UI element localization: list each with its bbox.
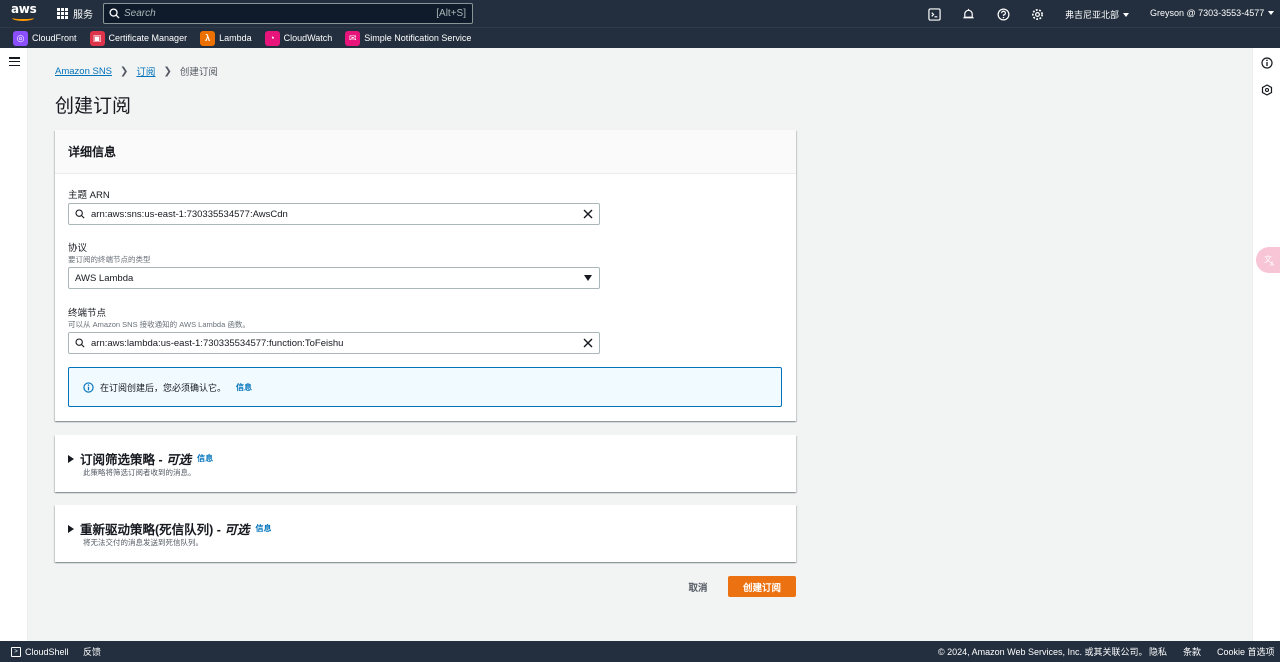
redrive-policy-description: 将无法交付的消息发送到死信队列。	[83, 538, 203, 547]
search-icon	[69, 338, 91, 348]
notifications-icon[interactable]	[960, 6, 976, 22]
account-label: Greyson @ 7303-3553-4577	[1150, 8, 1265, 18]
favorite-label: CloudFront	[32, 33, 77, 43]
cloudshell-label: CloudShell	[25, 646, 69, 657]
chevron-down-icon	[1123, 12, 1130, 17]
aws-logo-text: aws	[11, 2, 37, 16]
privacy-link[interactable]: 隐私	[1149, 645, 1167, 658]
favorite-label: Lambda	[219, 33, 252, 43]
expand-icon	[68, 524, 74, 533]
favorite-cloudwatch[interactable]: ◔ CloudWatch	[264, 30, 333, 46]
protocol-description: 要订阅的终端节点的类型	[68, 255, 151, 264]
details-heading: 详细信息	[55, 130, 796, 174]
create-subscription-button[interactable]: 创建订阅	[728, 576, 796, 597]
cloudshell-button[interactable]: > CloudShell	[11, 646, 69, 657]
search-icon	[104, 8, 124, 19]
right-rail	[1252, 48, 1280, 641]
favorite-label: CloudWatch	[283, 33, 333, 43]
clear-icon[interactable]	[577, 338, 599, 348]
topic-arn-label: 主题 ARN	[68, 190, 110, 201]
optional-label: 可选	[166, 453, 192, 467]
endpoint-label: 终端节点	[68, 308, 107, 319]
breadcrumb-sns-link[interactable]: Amazon SNS	[55, 66, 112, 77]
alert-info-link[interactable]: 信息	[236, 382, 252, 393]
svg-text:A: A	[1270, 261, 1275, 267]
copyright-text: © 2024, Amazon Web Services, Inc. 或其关联公司…	[938, 647, 1148, 657]
search-input[interactable]	[124, 8, 437, 19]
hexagon-icon[interactable]	[1261, 84, 1273, 96]
confirmation-alert: 在订阅创建后，您必须确认它。 信息	[68, 367, 782, 407]
aws-logo[interactable]: aws	[11, 3, 37, 23]
chevron-down-icon	[1268, 11, 1275, 15]
favorite-lambda[interactable]: λ Lambda	[200, 30, 252, 46]
redrive-policy-info-link[interactable]: 信息	[255, 523, 271, 534]
help-icon[interactable]	[995, 6, 1011, 22]
favorite-cloudfront[interactable]: ◎ CloudFront	[13, 30, 77, 46]
chevron-right-icon: ❯	[163, 65, 172, 77]
info-panel-icon[interactable]	[1261, 57, 1273, 69]
cloudfront-icon: ◎	[13, 30, 28, 46]
cloudwatch-icon: ◔	[264, 30, 280, 46]
certificate-manager-icon: ▣	[89, 30, 105, 46]
favorite-label: Certificate Manager	[108, 33, 188, 43]
endpoint-description: 可以从 Amazon SNS 接收通知的 AWS Lambda 函数。	[68, 320, 250, 329]
details-panel: 详细信息 主题 ARN arn:aws:sns:us-east-1:730335…	[55, 130, 796, 421]
top-navigation: aws 服务 [Alt+S] 弗吉尼亚北部 Greyson @ 7303-355…	[0, 0, 1280, 27]
translate-icon[interactable]: 文A	[1256, 247, 1280, 273]
search-box[interactable]: [Alt+S]	[103, 3, 473, 24]
breadcrumb-current: 创建订阅	[179, 67, 218, 78]
endpoint-field[interactable]: arn:aws:lambda:us-east-1:730335534577:fu…	[68, 332, 600, 354]
sns-icon: ✉	[345, 30, 361, 46]
feedback-link[interactable]: 反馈	[83, 645, 101, 658]
page-title: 创建订阅	[55, 96, 132, 117]
search-shortcut: [Alt+S]	[436, 8, 466, 19]
favorite-sns[interactable]: ✉ Simple Notification Service	[345, 30, 472, 46]
favorite-certificate-manager[interactable]: ▣ Certificate Manager	[89, 30, 188, 46]
lambda-icon: λ	[200, 30, 216, 46]
chevron-right-icon: ❯	[120, 65, 129, 77]
footer: > CloudShell 反馈 © 2024, Amazon Web Servi…	[0, 641, 1280, 662]
filter-policy-header[interactable]: 订阅筛选策略 - 可选 信息	[68, 449, 213, 468]
breadcrumb: Amazon SNS ❯ 订阅 ❯ 创建订阅	[55, 64, 218, 79]
topic-arn-value: arn:aws:sns:us-east-1:730335534577:AwsCd…	[91, 208, 288, 220]
settings-icon[interactable]	[1029, 6, 1045, 22]
search-icon	[69, 209, 91, 219]
aws-logo-smile	[12, 15, 34, 21]
filter-policy-info-link[interactable]: 信息	[197, 453, 213, 464]
favorite-label: Simple Notification Service	[364, 33, 472, 43]
left-rail	[0, 48, 28, 641]
region-selector[interactable]: 弗吉尼亚北部	[1065, 8, 1130, 21]
account-menu[interactable]: Greyson @ 7303-3553-4577	[1150, 8, 1275, 18]
services-menu-button[interactable]: 服务	[57, 6, 93, 21]
menu-icon[interactable]	[9, 57, 20, 66]
filter-policy-description: 此策略将筛选订阅者收到的消息。	[83, 468, 196, 477]
cloudshell-icon: >	[11, 646, 21, 657]
cookie-preferences-link[interactable]: Cookie 首选项	[1217, 645, 1275, 658]
breadcrumb-subscriptions-link[interactable]: 订阅	[136, 64, 155, 78]
redrive-policy-title: 重新驱动策略(死信队列) - 可选	[80, 523, 250, 537]
cloudshell-icon[interactable]	[926, 6, 942, 22]
endpoint-value: arn:aws:lambda:us-east-1:730335534577:fu…	[91, 337, 344, 349]
caret-down-icon	[584, 275, 592, 281]
favorites-bar: ◎ CloudFront ▣ Certificate Manager λ Lam…	[0, 27, 1280, 48]
topic-arn-field[interactable]: arn:aws:sns:us-east-1:730335534577:AwsCd…	[68, 203, 600, 225]
cancel-button[interactable]: 取消	[678, 576, 718, 597]
grid-icon	[57, 8, 68, 19]
redrive-policy-panel[interactable]: 重新驱动策略(死信队列) - 可选 信息 将无法交付的消息发送到死信队列。	[55, 505, 796, 562]
services-label: 服务	[73, 10, 93, 21]
protocol-select[interactable]: AWS Lambda	[68, 267, 600, 289]
info-icon	[83, 381, 94, 393]
optional-label: 可选	[224, 523, 250, 537]
redrive-policy-header[interactable]: 重新驱动策略(死信队列) - 可选 信息	[68, 519, 271, 538]
filter-policy-panel[interactable]: 订阅筛选策略 - 可选 信息 此策略将筛选订阅者收到的消息。	[55, 435, 796, 492]
clear-icon[interactable]	[577, 209, 599, 219]
terms-link[interactable]: 条款	[1183, 645, 1201, 658]
alert-text: 在订阅创建后，您必须确认它。	[100, 382, 227, 393]
filter-policy-title: 订阅筛选策略 - 可选	[80, 453, 192, 467]
expand-icon	[68, 454, 74, 463]
protocol-label: 协议	[68, 243, 88, 254]
protocol-value: AWS Lambda	[75, 272, 134, 284]
region-label: 弗吉尼亚北部	[1065, 10, 1120, 20]
